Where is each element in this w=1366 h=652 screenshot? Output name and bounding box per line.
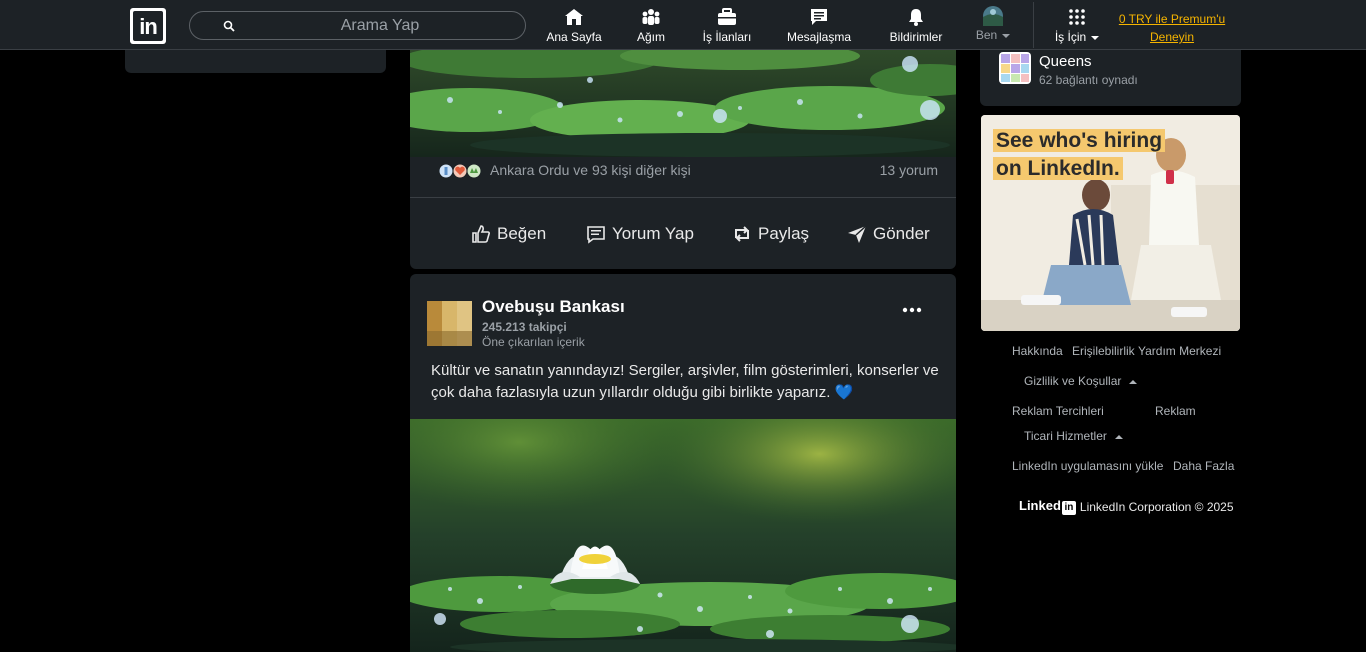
post-author[interactable]: Ovebuşu Bankası: [482, 297, 625, 317]
games-card: Queens 62 bağlantı oynadı: [980, 50, 1241, 106]
top-nav: in Ana Sayfa Ağım İş İlanları Mesajlaşma…: [0, 0, 1366, 50]
brand-box: in: [1061, 501, 1076, 515]
footer-about[interactable]: Hakkında: [1012, 344, 1063, 358]
grid-icon: [1069, 9, 1085, 25]
nav-notifications-label: Bildirimler: [889, 30, 943, 44]
nav-network[interactable]: Ağım: [628, 6, 674, 46]
footer-privacy: Gizlilik ve Koşullar: [1024, 374, 1122, 388]
nav-network-label: Ağım: [636, 30, 665, 44]
feed-post: Ovebuşu Bankası 245.213 takipçi Öne çıka…: [410, 274, 956, 652]
footer-accessibility[interactable]: Erişilebilirlik: [1072, 344, 1135, 358]
chevron-down-icon: [1002, 33, 1011, 38]
nav-home-label: Ana Sayfa: [546, 30, 602, 44]
search-input[interactable]: [250, 15, 510, 37]
send-button[interactable]: Gönder: [847, 222, 930, 246]
water-lily-image: [410, 419, 956, 652]
premium-link[interactable]: 0 TRY ile Premum'u Deneyin: [1112, 10, 1232, 46]
comment-label: Yorum Yap: [612, 224, 694, 243]
nav-divider: [1033, 2, 1034, 48]
comments-count[interactable]: 13 yorum: [880, 162, 938, 178]
post-divider: [410, 197, 956, 198]
hiring-ad[interactable]: See who's hiring on LinkedIn.: [981, 115, 1240, 331]
nav-business-label: İş İçin: [1054, 30, 1087, 44]
footer-business: Ticari Hizmetler: [1024, 429, 1107, 443]
social-counts[interactable]: Ankara Ordu ve 93 kişi diğer kişi 13 yor…: [438, 162, 950, 180]
repost-label: Paylaş: [758, 224, 810, 243]
nav-for-business[interactable]: İş İçin: [1050, 6, 1104, 46]
repost-button[interactable]: Paylaş: [732, 222, 809, 246]
feed-post: Ankara Ordu ve 93 kişi diğer kişi 13 yor…: [410, 50, 956, 269]
ad-line2: on LinkedIn.: [993, 157, 1123, 180]
footer-help[interactable]: Yardım Merkezi: [1138, 344, 1221, 358]
footer-advertising[interactable]: Reklam: [1155, 404, 1196, 418]
lily-pads-image: [410, 50, 956, 157]
nav-messaging[interactable]: Mesajlaşma: [783, 6, 855, 46]
company-avatar-image: [427, 301, 472, 346]
chevron-up-icon: [1114, 434, 1123, 439]
like-label: Beğen: [497, 224, 547, 243]
nav-notifications[interactable]: Bildirimler: [884, 6, 948, 46]
queens-grid-icon: [999, 52, 1031, 84]
premium-line2: Deneyin: [1149, 30, 1195, 44]
nav-jobs[interactable]: İş İlanları: [697, 6, 757, 46]
company-logo[interactable]: [427, 301, 472, 346]
footer-get-app[interactable]: LinkedIn uygulamasını yükle: [1012, 459, 1163, 473]
nav-me[interactable]: Ben: [972, 6, 1014, 46]
jobs-icon: [718, 8, 736, 25]
footer-business-wrap[interactable]: Ticari Hizmetler: [1024, 429, 1123, 443]
home-icon: [565, 9, 583, 25]
thumbs-up-icon: [472, 225, 490, 243]
queens-game-icon[interactable]: [999, 52, 1031, 84]
game-name[interactable]: Queens: [1039, 53, 1092, 70]
footer-more[interactable]: Daha Fazla: [1173, 459, 1234, 473]
reactions-icon: [438, 163, 482, 179]
repost-icon: [735, 226, 749, 242]
nav-me-wrap: Ben: [972, 28, 1014, 42]
notifications-icon: [909, 9, 923, 26]
chevron-down-icon: [1091, 35, 1100, 40]
logo-text: in: [133, 11, 163, 41]
post-image[interactable]: [410, 50, 956, 157]
nav-jobs-label: İş İlanları: [702, 30, 752, 44]
chevron-up-icon: [1129, 379, 1138, 384]
linkedin-logo[interactable]: in: [130, 8, 166, 44]
linkedin-wordmark-icon: Linked in: [1019, 498, 1076, 515]
nav-business-wrap: İş İçin: [1050, 30, 1104, 44]
game-subtitle: 62 bağlantı oynadı: [1039, 73, 1138, 87]
more-options-icon[interactable]: [900, 302, 924, 318]
footer-privacy-wrap[interactable]: Gizlilik ve Koşullar: [1024, 374, 1138, 388]
comment-icon: [587, 226, 605, 244]
follower-count: 245.213 takipçi: [482, 320, 567, 334]
ad-headline: See who's hiring on LinkedIn.: [993, 127, 1166, 183]
footer-ad-preferences[interactable]: Reklam Tercihleri: [1012, 404, 1104, 418]
promoted-label: Öne çıkarılan içerik: [482, 335, 585, 349]
send-icon: [848, 225, 867, 243]
reactions-text: Ankara Ordu ve 93 kişi diğer kişi: [490, 162, 691, 178]
ad-line1: See who's hiring: [993, 129, 1166, 152]
search-box[interactable]: [189, 11, 526, 40]
nav-messaging-label: Mesajlaşma: [786, 30, 852, 44]
post-image[interactable]: [410, 419, 956, 652]
messaging-icon: [811, 9, 827, 25]
comment-button[interactable]: Yorum Yap: [586, 222, 694, 246]
copyright: Linked in LinkedIn Corporation © 2025: [1019, 498, 1234, 515]
network-icon: [642, 9, 660, 25]
brand-word: Linked: [1019, 498, 1061, 513]
nav-me-label: Ben: [975, 28, 998, 42]
post-text: Kültür ve sanatın yanındayız! Sergiler, …: [431, 362, 939, 401]
copyright-text: LinkedIn Corporation © 2025: [1079, 499, 1234, 514]
nav-home[interactable]: Ana Sayfa: [541, 6, 607, 46]
search-icon: [223, 20, 235, 32]
avatar-icon: [983, 6, 1003, 26]
like-button[interactable]: Beğen: [471, 222, 546, 246]
send-label: Gönder: [873, 224, 930, 243]
premium-line1: 0 TRY ile Premum'u: [1118, 12, 1226, 26]
left-sidebar-card: [125, 50, 386, 73]
